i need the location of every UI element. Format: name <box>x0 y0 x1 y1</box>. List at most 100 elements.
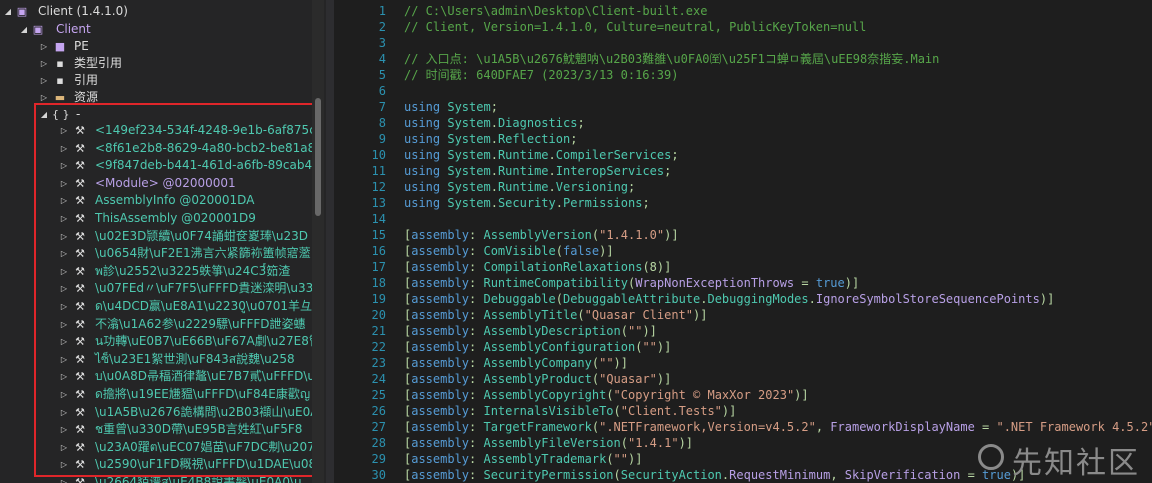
code-line[interactable]: using System.Runtime.Versioning; <box>404 179 635 195</box>
line-number: 4 <box>378 52 386 66</box>
tree-node-typerefs[interactable]: ▷ ▪ 类型引用 <box>0 55 312 72</box>
code-line[interactable]: // 入口点: \u1A5B\u2676魫魍呐\u2B03難雒\u0FA0㉃\u… <box>404 51 939 67</box>
expanded-arrow-icon[interactable]: ◢ <box>20 21 28 38</box>
code-token: Runtime <box>497 164 549 178</box>
node-type-icon: ■ <box>54 40 66 53</box>
tree-scrollbar-thumb[interactable] <box>315 98 321 216</box>
code-token: ( <box>606 452 614 466</box>
code-token: "Quasar Client" <box>584 308 694 322</box>
code-token: System <box>447 116 491 130</box>
code-line[interactable]: using System.Reflection; <box>404 131 577 147</box>
code-editor[interactable]: 1 2 3 4 5 6 7 8 9 10 11 12 13 14 15 16 17 18 19 20 21 22 23 24 2… <box>334 0 1152 483</box>
code-token: )] <box>693 308 708 322</box>
code-line[interactable]: [assembly: AssemblyProduct("Quasar")] <box>404 371 671 387</box>
code-token: )] <box>628 452 643 466</box>
code-token: System <box>447 196 491 210</box>
node-label: 类型引用 <box>74 56 123 70</box>
code-token: )] <box>656 372 672 386</box>
code-line[interactable]: using System.Runtime.InteropServices; <box>404 163 671 179</box>
code-token: AssemblyCompany <box>483 356 592 370</box>
code-line[interactable]: [assembly: AssemblyTitle("Quasar Client"… <box>404 307 707 323</box>
code-line[interactable]: using System.Security.Permissions; <box>404 195 650 211</box>
code-token: ; <box>664 164 672 178</box>
line-number: 19 <box>371 292 386 306</box>
line-number: 27 <box>371 420 386 434</box>
code-line[interactable]: using System; <box>404 99 498 115</box>
node-label: Client (1.4.1.0) <box>38 4 128 18</box>
tree-scrollbar[interactable] <box>312 0 324 483</box>
code-token: ".NET Framework 4.5.2" <box>996 420 1152 434</box>
code-line[interactable]: // C:\Users\admin\Desktop\Client-built.e… <box>404 3 707 19</box>
code-line[interactable]: [assembly: AssemblyTrademark("")] <box>404 451 642 467</box>
code-token: ComVisible <box>483 244 556 258</box>
code-token: ".NETFramework,Version=v4.5.2" <box>599 420 816 434</box>
code-line[interactable]: [assembly: AssemblyCopyright("Copyright … <box>404 387 809 403</box>
code-line[interactable]: [assembly: ComVisible(false)] <box>404 243 614 259</box>
code-line[interactable]: // 时间戳: 640DFAE7 (2023/3/13 0:16:39) <box>404 67 678 83</box>
watermark-logo-icon <box>978 444 1004 470</box>
code-token: . <box>490 148 498 162</box>
code-line[interactable]: [assembly: AssemblyDescription("")] <box>404 323 657 339</box>
code-token: SecurityPermission <box>483 468 614 482</box>
code-token: AssemblyTitle <box>483 308 578 322</box>
code-line[interactable]: using System.Diagnostics; <box>404 115 585 131</box>
tree-node-pe[interactable]: ▷ ■ PE <box>0 38 312 55</box>
code-token: assembly <box>411 356 470 370</box>
code-line[interactable]: using System.Runtime.CompilerServices; <box>404 147 679 163</box>
line-number: 8 <box>378 116 386 130</box>
code-line[interactable]: [assembly: AssemblyConfiguration("")] <box>404 339 671 355</box>
code-token: . <box>548 148 556 162</box>
pane-splitter[interactable] <box>326 0 334 483</box>
code-line[interactable]: [assembly: CompilationRelaxations(8)] <box>404 259 671 275</box>
collapsed-arrow-icon[interactable]: ▷ <box>40 72 48 89</box>
collapsed-arrow-icon[interactable]: ▷ <box>40 38 48 55</box>
code-token: ( <box>591 228 600 242</box>
tree-node-references[interactable]: ▷ ▪ 引用 <box>0 72 312 89</box>
node-type-icon: ▪ <box>56 74 64 87</box>
code-token: : <box>469 276 484 290</box>
code-token: // 时间戳: 640DFAE7 (2023/3/13 0:16:39) <box>404 68 679 82</box>
code-line[interactable]: [assembly: InternalsVisibleTo("Client.Te… <box>404 403 736 419</box>
code-line[interactable]: [assembly: RuntimeCompatibility(WrapNonE… <box>404 275 859 291</box>
code-token: : <box>469 372 484 386</box>
code-token: AssemblyProduct <box>483 372 592 386</box>
collapsed-arrow-icon[interactable]: ▷ <box>40 55 48 72</box>
line-number: 26 <box>371 404 386 418</box>
code-token: // C:\Users\admin\Desktop\Client-built.e… <box>404 4 708 18</box>
code-token: (8)] <box>642 260 672 274</box>
expanded-arrow-icon[interactable]: ◢ <box>4 3 12 20</box>
line-number: 25 <box>371 388 386 402</box>
code-token: "" <box>628 324 643 338</box>
code-token: using <box>404 196 448 210</box>
code-line[interactable]: [assembly: Debuggable(DebuggableAttribut… <box>404 291 1054 307</box>
code-token: AssemblyConfiguration <box>483 340 636 354</box>
code-token: . <box>490 196 498 210</box>
code-token: true <box>815 276 845 290</box>
code-line[interactable]: [assembly: AssemblyVersion("1.4.1.0")] <box>404 227 679 243</box>
line-number: 20 <box>371 308 386 322</box>
code-token: assembly <box>411 308 470 322</box>
code-token: "" <box>613 452 628 466</box>
assembly-explorer-tree[interactable]: ◢ ▣ Client (1.4.1.0) ◢ ▣ Client ▷ ■ PE ▷ ▪ 类型引用 ▷ ▪ 引用… <box>0 0 326 483</box>
code-token: CompilationRelaxations <box>483 260 643 274</box>
code-line[interactable]: [assembly: TargetFramework(".NETFramewor… <box>404 419 1152 435</box>
code-token: Permissions <box>562 196 643 210</box>
code-token: )] <box>599 244 614 258</box>
line-number: 1 <box>378 4 386 18</box>
code-token: assembly <box>411 292 470 306</box>
code-token: using <box>404 132 448 146</box>
code-line[interactable]: [assembly: SecurityPermission(SecurityAc… <box>404 467 1025 483</box>
code-token: ( <box>620 436 628 450</box>
code-line[interactable]: // Client, Version=1.4.1.0, Culture=neut… <box>404 19 866 35</box>
code-token: "" <box>599 356 614 370</box>
code-token: . <box>548 164 556 178</box>
code-token: assembly <box>411 404 470 418</box>
tree-node-module[interactable]: ◢ ▣ Client <box>0 21 312 38</box>
tree-node-root[interactable]: ◢ ▣ Client (1.4.1.0) <box>0 3 312 20</box>
code-token: SkipVerification <box>844 468 961 482</box>
code-token: )] <box>642 324 657 338</box>
code-token: AssemblyCopyright <box>483 388 607 402</box>
code-line[interactable]: [assembly: AssemblyCompany("")] <box>404 355 628 371</box>
code-token: . <box>555 196 563 210</box>
code-line[interactable]: [assembly: AssemblyFileVersion("1.4.1")] <box>404 435 693 451</box>
